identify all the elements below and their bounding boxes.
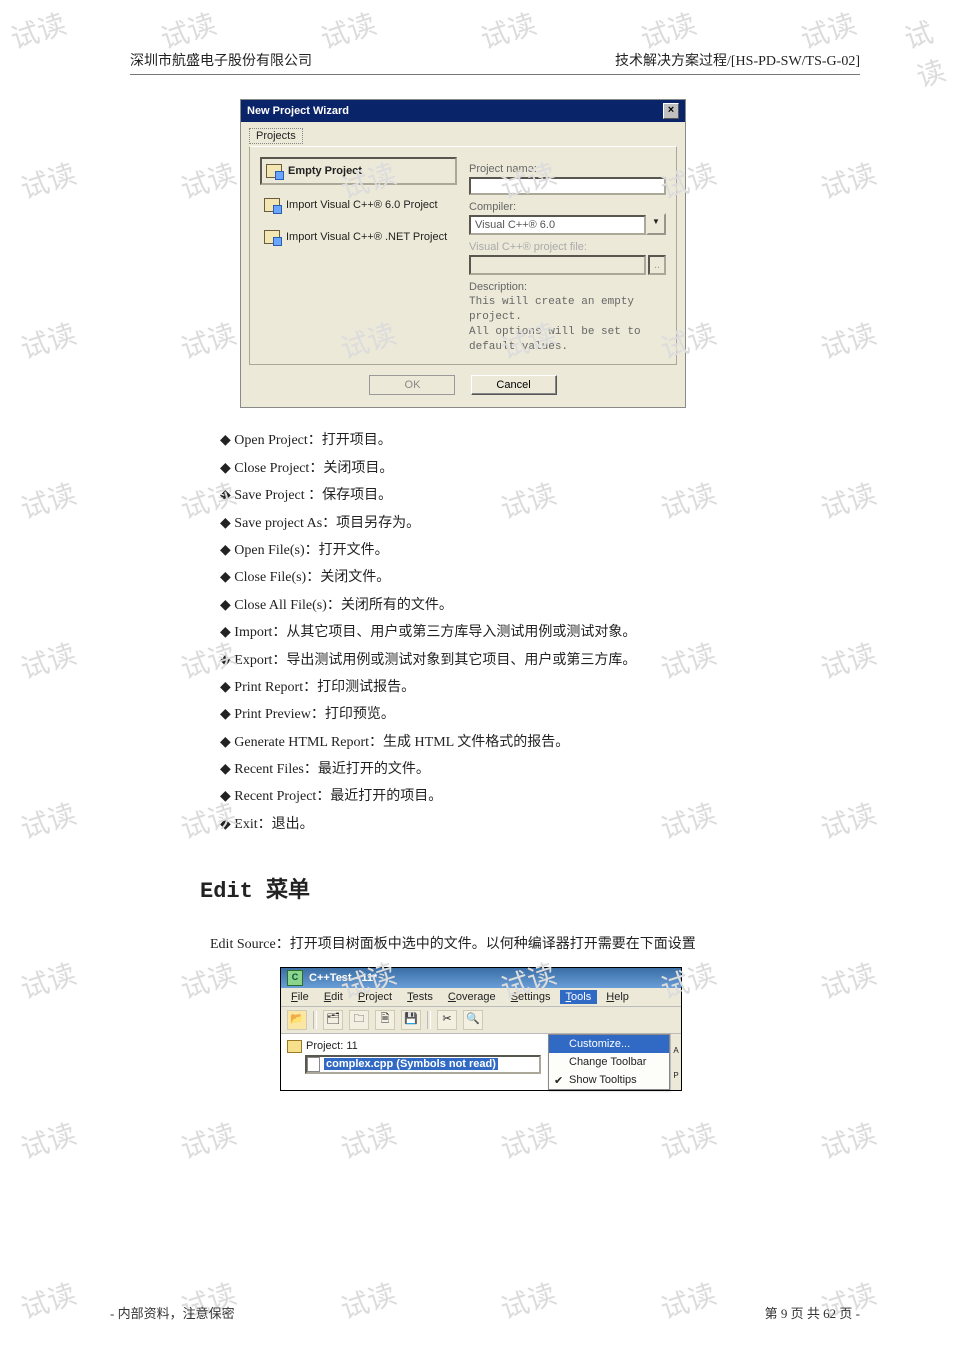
- bullet-generate-html-report: Generate HTML Report：生成 HTML 文件格式的报告。: [220, 732, 860, 754]
- vc-file-input: [469, 255, 646, 275]
- toolbar-button[interactable]: ✂: [437, 1010, 457, 1030]
- edit-menu-heading: Edit 菜单: [200, 872, 860, 904]
- dialog-panel: Empty Project Import Visual C++® 6.0 Pro…: [249, 146, 677, 365]
- bullet-open-files: Open File(s)：打开文件。: [220, 540, 860, 562]
- bullet-close-project: Close Project：关闭项目。: [220, 458, 860, 480]
- bullet-close-all-files: Close All File(s)：关闭所有的文件。: [220, 595, 860, 617]
- tools-dropdown: Customize... Change Toolbar ✔Show Toolti…: [548, 1034, 670, 1090]
- separator-icon: [313, 1011, 317, 1029]
- description-text: This will create an empty project. All o…: [469, 295, 666, 354]
- toolbar-button[interactable]: 🗀: [349, 1010, 369, 1030]
- dialog-buttons: OK Cancel: [249, 365, 677, 397]
- menu-file[interactable]: File: [285, 990, 315, 1004]
- tree-child[interactable]: complex.cpp (Symbols not read): [305, 1055, 541, 1074]
- bullet-save-project: Save Project ：保存项目。: [220, 485, 860, 507]
- browse-button: ..: [648, 255, 666, 275]
- dialog-titlebar: New Project Wizard ×: [241, 100, 685, 122]
- ok-button: OK: [369, 375, 455, 395]
- bullet-recent-project: Recent Project：最近打开的项目。: [220, 786, 860, 808]
- open-icon[interactable]: 📂: [287, 1010, 307, 1030]
- cancel-button[interactable]: Cancel: [471, 375, 557, 395]
- toolbar-button[interactable]: 🔍: [463, 1010, 483, 1030]
- tree-root[interactable]: Project: 11: [287, 1040, 541, 1053]
- close-icon[interactable]: ×: [663, 103, 679, 119]
- menu-project[interactable]: Project: [352, 990, 398, 1004]
- footer-left: - 内部资料，注意保密: [110, 1303, 235, 1322]
- menu-settings[interactable]: Settings: [505, 990, 557, 1004]
- window-client: Project: 11 complex.cpp (Symbols not rea…: [281, 1034, 681, 1090]
- menu-item-customize[interactable]: Customize...: [549, 1035, 669, 1053]
- check-icon: ✔: [554, 1074, 563, 1087]
- dialog-title: New Project Wizard: [247, 105, 349, 117]
- menu-item-show-tooltips[interactable]: ✔Show Tooltips: [549, 1071, 669, 1089]
- menu-tests[interactable]: Tests: [401, 990, 439, 1004]
- bullet-print-preview: Print Preview：打印预览。: [220, 704, 860, 726]
- bullet-open-project: Open Project：打开项目。: [220, 430, 860, 452]
- project-type-vc6[interactable]: Import Visual C++® 6.0 Project: [260, 193, 457, 217]
- separator-icon: [427, 1011, 431, 1029]
- menu-tools[interactable]: Tools: [560, 990, 598, 1004]
- file-menu-bullets: Open Project：打开项目。 Close Project：关闭项目。 S…: [220, 430, 860, 836]
- project-form: Project name: Compiler: Visual C++® 6.0 …: [469, 157, 666, 354]
- cpptest-window: C C++Test - 11* File Edit Project Tests …: [280, 967, 682, 1091]
- header-left: 深圳市航盛电子股份有限公司: [130, 50, 312, 70]
- tab-projects[interactable]: Projects: [249, 128, 303, 144]
- toolbar-button[interactable]: 🗂: [323, 1010, 343, 1030]
- file-icon: [307, 1057, 320, 1072]
- bullet-save-project-as: Save project As：项目另存为。: [220, 513, 860, 535]
- project-type-label: Empty Project: [288, 165, 362, 177]
- header-right: 技术解决方案过程/[HS-PD-SW/TS-G-02]: [615, 50, 860, 70]
- vc-file-label: Visual C++® project file:: [469, 241, 666, 253]
- project-type-empty[interactable]: Empty Project: [260, 157, 457, 185]
- toolbar: 📂 🗂 🗀 🗎 💾 ✂ 🔍: [281, 1007, 681, 1034]
- compiler-select[interactable]: Visual C++® 6.0 ▼: [469, 213, 666, 235]
- new-project-wizard: New Project Wizard × Projects Empty Proj…: [240, 99, 686, 408]
- menubar: File Edit Project Tests Coverage Setting…: [281, 988, 681, 1007]
- project-name-label: Project name:: [469, 163, 666, 175]
- project-types-list: Empty Project Import Visual C++® 6.0 Pro…: [260, 157, 457, 354]
- project-icon: [264, 198, 280, 212]
- page-header: 深圳市航盛电子股份有限公司 技术解决方案过程/[HS-PD-SW/TS-G-02…: [130, 50, 860, 70]
- project-type-label: Import Visual C++® .NET Project: [286, 231, 447, 243]
- menu-edit[interactable]: Edit: [318, 990, 349, 1004]
- page: 试读 试读 试读 试读 试读 试读 试读 试读 试读 试读 试读 试读 试读 试…: [0, 0, 960, 1357]
- compiler-label: Compiler:: [469, 201, 666, 213]
- menu-item-change-toolbar[interactable]: Change Toolbar: [549, 1053, 669, 1071]
- dialog-body: Projects Empty Project Import Visual C++…: [241, 122, 685, 407]
- edit-source-paragraph: Edit Source：打开项目树面板中选中的文件。以何种编译器打开需要在下面设…: [210, 934, 860, 956]
- project-icon: [266, 164, 282, 178]
- toolbar-button[interactable]: 🗎: [375, 1010, 395, 1030]
- menu-coverage[interactable]: Coverage: [442, 990, 502, 1004]
- tree-root-label: Project: 11: [306, 1040, 358, 1052]
- project-name-input[interactable]: [469, 177, 666, 195]
- tree-child-label: complex.cpp (Symbols not read): [324, 1058, 498, 1070]
- bullet-recent-files: Recent Files：最近打开的文件。: [220, 759, 860, 781]
- window-title: C++Test - 11*: [309, 972, 377, 984]
- app-icon: C: [287, 970, 303, 986]
- compiler-value: Visual C++® 6.0: [469, 215, 646, 235]
- save-icon[interactable]: 💾: [401, 1010, 421, 1030]
- project-icon: [264, 230, 280, 244]
- project-type-vcnet[interactable]: Import Visual C++® .NET Project: [260, 225, 457, 249]
- header-rule: [130, 74, 860, 75]
- menu-help[interactable]: Help: [600, 990, 635, 1004]
- bullet-close-files: Close File(s)：关闭文件。: [220, 567, 860, 589]
- folder-icon: [287, 1040, 302, 1053]
- project-tree[interactable]: Project: 11 complex.cpp (Symbols not rea…: [281, 1034, 547, 1090]
- bullet-exit: Exit：退出。: [220, 814, 860, 836]
- bullet-import: Import：从其它项目、用户或第三方库导入测试用例或测试对象。: [220, 622, 860, 644]
- description-label: Description:: [469, 281, 666, 293]
- window-titlebar: C C++Test - 11*: [281, 968, 681, 988]
- bullet-export: Export：导出测试用例或测试对象到其它项目、用户或第三方库。: [220, 650, 860, 672]
- page-footer: - 内部资料，注意保密 第 9 页 共 62 页 -: [110, 1303, 860, 1322]
- project-type-label: Import Visual C++® 6.0 Project: [286, 199, 438, 211]
- chevron-down-icon[interactable]: ▼: [646, 213, 666, 235]
- bullet-print-report: Print Report：打印测试报告。: [220, 677, 860, 699]
- footer-right: 第 9 页 共 62 页 -: [765, 1303, 860, 1322]
- right-dock: AP: [670, 1034, 681, 1090]
